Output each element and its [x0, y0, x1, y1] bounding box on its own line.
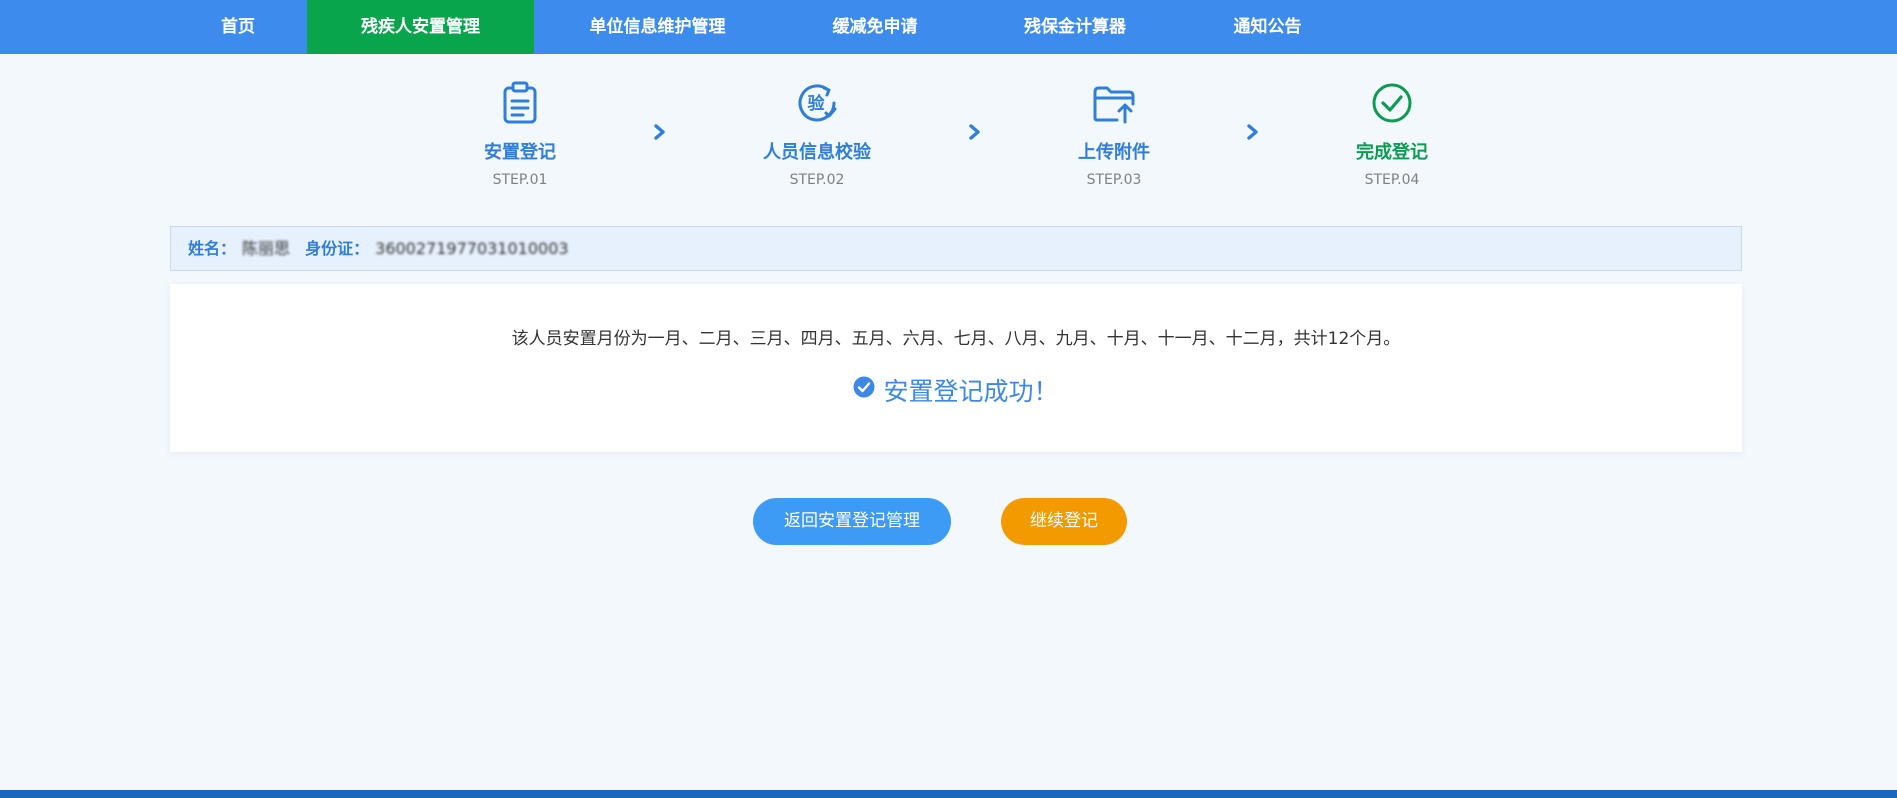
chevron-right-icon — [969, 124, 980, 140]
step-title: 完成登记 — [1356, 142, 1428, 163]
step-3: 上传附件 STEP.03 — [1024, 80, 1204, 189]
step-2: 验 人员信息校验 STEP.02 — [727, 80, 907, 189]
nav-item-disabled-placement[interactable]: 残疾人安置管理 — [307, 0, 534, 54]
nav-item-calculator[interactable]: 残保金计算器 — [1000, 0, 1150, 54]
result-panel: 该人员安置月份为一月、二月、三月、四月、五月、六月、七月、八月、九月、十月、十一… — [170, 284, 1742, 452]
chevron-right-icon — [654, 124, 665, 140]
id-card-label: 身份证： — [305, 239, 370, 258]
nav-item-reduction-application[interactable]: 缓减免申请 — [800, 0, 950, 54]
step-number: STEP.02 — [789, 172, 845, 188]
verify-icon: 验 — [798, 84, 837, 122]
nav-item-unit-info[interactable]: 单位信息维护管理 — [565, 0, 750, 54]
step-4: 完成登记 STEP.04 — [1302, 80, 1482, 189]
svg-text:验: 验 — [808, 93, 826, 114]
step-number: STEP.01 — [492, 172, 548, 188]
success-message: 安置登记成功！ — [883, 377, 1059, 406]
bottom-bar — [0, 790, 1897, 798]
continue-registration-button[interactable]: 继续登记 — [1001, 498, 1127, 545]
step-number: STEP.03 — [1086, 172, 1142, 188]
check-circle-filled-icon — [853, 376, 875, 397]
step-title: 上传附件 — [1078, 142, 1150, 163]
clipboard-icon — [503, 81, 537, 124]
step-number: STEP.04 — [1364, 172, 1420, 188]
top-navigation-bar: 首页 残疾人安置管理 单位信息维护管理 缓减免申请 残保金计算器 通知公告 — [0, 0, 1897, 54]
placement-months-message: 该人员安置月份为一月、二月、三月、四月、五月、六月、七月、八月、九月、十月、十一… — [511, 329, 1401, 349]
back-to-placement-management-button[interactable]: 返回安置登记管理 — [753, 498, 951, 545]
success-row: 安置登记成功！ — [170, 372, 1742, 408]
step-1: 安置登记 STEP.01 — [430, 80, 610, 189]
step-title: 人员信息校验 — [763, 142, 871, 163]
folder-upload-icon — [1093, 86, 1135, 124]
id-card-value: 3600271977031010003 — [375, 239, 569, 258]
name-value: 陈丽思 — [242, 239, 291, 258]
step-title: 安置登记 — [484, 142, 556, 163]
nav-item-home[interactable]: 首页 — [188, 0, 288, 54]
person-info-bar: 姓名： 陈丽思 身份证： 3600271977031010003 — [170, 226, 1742, 271]
name-label: 姓名： — [188, 239, 237, 258]
chevron-right-icon — [1247, 124, 1258, 140]
check-circle-icon — [1372, 83, 1412, 123]
nav-item-notices[interactable]: 通知公告 — [1195, 0, 1340, 54]
